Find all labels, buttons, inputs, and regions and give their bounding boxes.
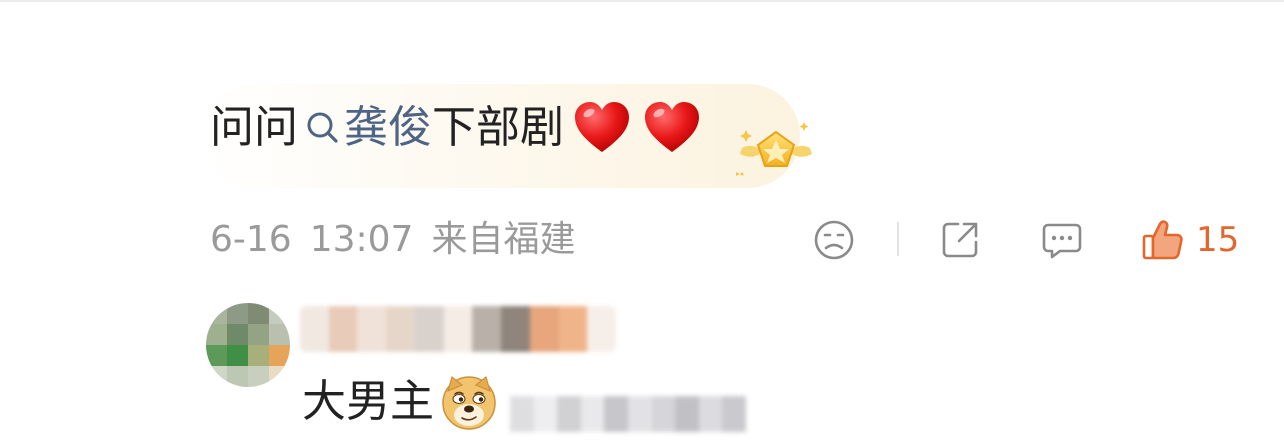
reply-text-redacted [510,396,746,432]
reply-text: 大男主 [302,376,434,427]
share-button[interactable] [938,218,982,262]
share-icon [942,222,978,258]
action-divider [897,222,899,256]
comment-meta: 6-16 13:07 来自福建 [210,218,575,262]
reply-username-redacted[interactable] [300,306,616,352]
reply-avatar[interactable] [206,303,290,387]
comment-text-suffix: 下部剧 [432,102,564,153]
comment-content: 问问 龚俊 下部剧 [210,98,702,158]
comment-icon [1042,223,1082,259]
comment-time: 13:07 [309,219,414,260]
frown-icon [814,220,854,260]
top-separator [0,0,1284,2]
doge-emoji [442,375,496,430]
search-icon [304,98,344,158]
reply-content: 大男主 [302,372,498,432]
topic-link[interactable]: 龚俊 [304,98,432,158]
dislike-button[interactable] [812,218,856,262]
thumbs-up-icon [1142,220,1183,260]
comment-text-prefix: 问问 [210,102,298,153]
topic-link-label: 龚俊 [344,102,432,153]
heart-emoji [645,102,699,152]
comment-date: 6-16 [210,219,292,260]
reply-button[interactable] [1040,218,1084,262]
star-badge-icon [736,122,812,176]
heart-emoji [575,102,629,152]
like-count: 15 [1196,220,1240,260]
comment-location: 来自福建 [431,219,576,260]
like-button[interactable]: 15 [1140,218,1239,262]
